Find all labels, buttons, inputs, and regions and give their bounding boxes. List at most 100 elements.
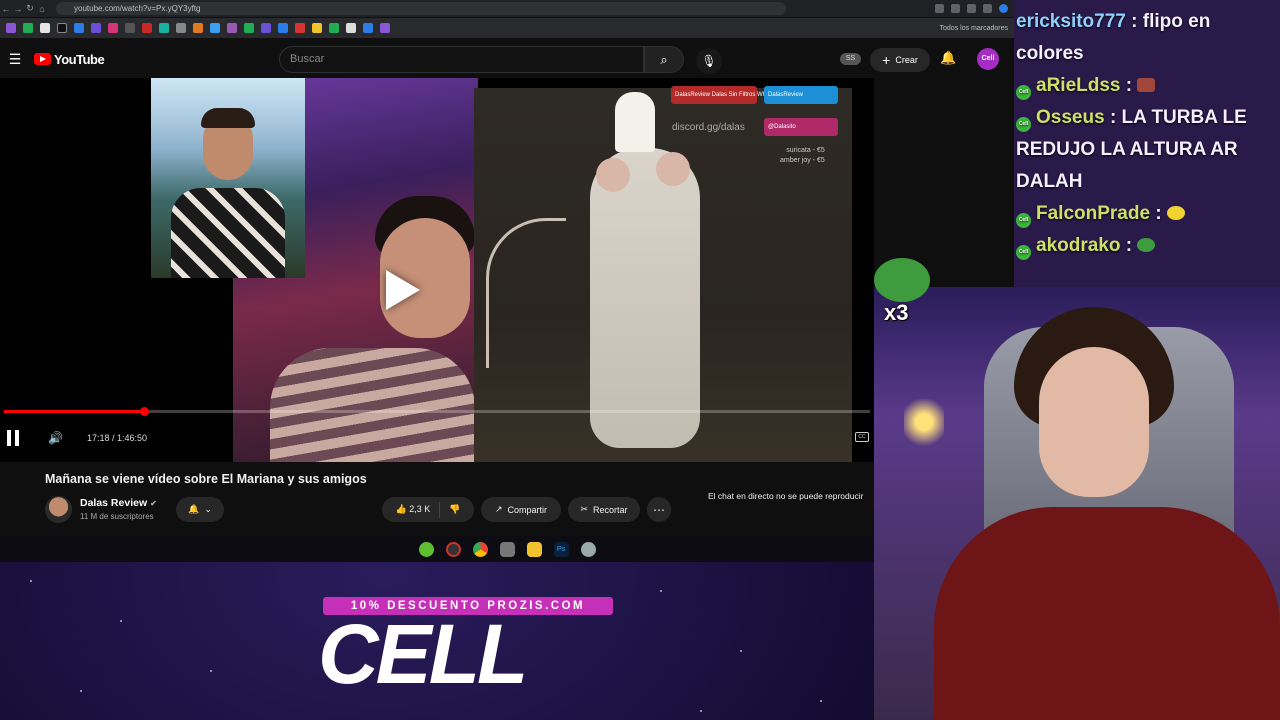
bookmark-icon[interactable] — [363, 23, 373, 33]
profile-icon[interactable] — [999, 4, 1008, 13]
app-icon[interactable] — [418, 541, 434, 557]
create-button[interactable]: + Crear — [870, 48, 930, 72]
christmas-tree-lights — [904, 387, 944, 457]
bookmark-icon[interactable] — [91, 23, 101, 33]
bookmark-icon[interactable] — [295, 23, 305, 33]
like-button[interactable]: 👍 2,3 K — [396, 504, 431, 515]
emote-combo-count: x3 — [884, 300, 909, 325]
streamer-hoodie — [934, 507, 1280, 720]
bookmark-icon[interactable] — [244, 23, 254, 33]
subscriber-badge-icon: Cell — [1016, 85, 1031, 100]
microphone-icon[interactable]: 🎙 — [696, 48, 722, 74]
chat-message: Cell aRieLdss : — [1016, 70, 1278, 102]
account-avatar[interactable]: Cell — [977, 48, 999, 70]
bookmark-icon[interactable] — [6, 23, 16, 33]
bookmark-icon[interactable] — [74, 23, 84, 33]
promo-instagram: @Dalasito — [764, 118, 838, 136]
home-icon[interactable]: ⌂ — [36, 4, 48, 14]
subscriber-badge-icon: Cell — [1016, 213, 1031, 228]
bookmark-icon[interactable] — [176, 23, 186, 33]
subscriber-badge-icon: Cell — [1016, 117, 1031, 132]
bookmark-icon[interactable] — [142, 23, 152, 33]
folder-icon[interactable] — [526, 541, 542, 557]
bookmark-icon[interactable] — [40, 23, 50, 33]
play-icon[interactable] — [386, 270, 420, 310]
app-icon[interactable] — [499, 541, 515, 557]
bookmark-icon[interactable] — [312, 23, 322, 33]
url-input[interactable]: youtube.com/watch?v=Px.yQY3yftg — [56, 2, 786, 15]
video-player[interactable]: DalasReview Dalas Sin Filtros WhoTheDame… — [0, 78, 874, 462]
bookmark-icon[interactable] — [210, 23, 220, 33]
dislike-icon[interactable]: 👎 — [449, 504, 460, 515]
donations-list: suricata - €5 amber joy - €5 — [780, 146, 825, 166]
back-icon[interactable]: ← — [0, 4, 12, 14]
streamer-face — [1039, 347, 1149, 497]
progress-scrubber[interactable] — [140, 407, 150, 416]
subscription-bell-button[interactable]: 🔔 ⌄ — [176, 497, 224, 522]
pause-icon[interactable] — [6, 430, 20, 446]
more-actions-icon[interactable]: ⋯ — [647, 497, 671, 522]
bookmark-icon[interactable] — [227, 23, 237, 33]
clip-label: Recortar — [593, 504, 628, 515]
search-icon[interactable]: ⌕ — [644, 46, 684, 73]
chat-text: : — [1125, 75, 1133, 96]
streamer-webcam — [874, 287, 1280, 720]
chat-text: : — [1155, 203, 1162, 224]
sponsor-logo-text: CELL — [318, 607, 528, 701]
share-label: Compartir — [507, 504, 548, 515]
chat-message: ericksito777 : flipo en colores — [1016, 6, 1278, 70]
emote-icon — [1137, 78, 1156, 92]
bookmarks-folder[interactable]: Todos los marcadores — [940, 25, 1008, 32]
chrome-icon[interactable] — [472, 541, 488, 557]
extension-icon[interactable] — [967, 4, 976, 13]
bookmarks-bar: Todos los marcadores — [0, 18, 1014, 38]
channel-name-text[interactable]: Dalas Review — [80, 497, 147, 509]
channel-avatar[interactable] — [45, 496, 72, 523]
extension-icon[interactable] — [951, 4, 960, 13]
extension-icon[interactable] — [983, 4, 992, 13]
ss-badge[interactable]: SS — [840, 53, 861, 65]
bookmark-icon[interactable] — [108, 23, 118, 33]
chat-message: Cell FalconPrade : — [1016, 198, 1278, 230]
bookmark-icon[interactable] — [380, 23, 390, 33]
channel-name[interactable]: Dalas Review ✔ — [80, 497, 157, 509]
bookmark-icon[interactable] — [23, 23, 33, 33]
search-input[interactable]: Buscar — [279, 46, 644, 73]
bookmark-icon[interactable] — [261, 23, 271, 33]
stream-chat-overlay: ericksito777 : flipo en colores Cell aRie… — [1014, 0, 1280, 290]
bookmark-icon[interactable] — [125, 23, 135, 33]
donation: suricata - €5 — [786, 147, 825, 154]
bell-icon: 🔔 — [188, 504, 200, 514]
extension-icon[interactable] — [935, 4, 944, 13]
app-icon[interactable] — [580, 541, 596, 557]
youtube-header: ☰ YouTube Buscar ⌕ 🎙 SS + Crear 🔔 Cell — [0, 40, 1014, 78]
bookmark-icon[interactable] — [278, 23, 288, 33]
emote-icon — [1166, 206, 1185, 220]
reload-icon[interactable]: ↻ — [24, 3, 36, 14]
like-count: 2,3 K — [409, 504, 431, 514]
menu-icon[interactable]: ☰ — [4, 51, 26, 68]
promo-twitter: DalasReview — [764, 86, 838, 104]
chat-message: Cell akodrako : — [1016, 230, 1278, 262]
progress-bar[interactable] — [4, 407, 870, 416]
like-dislike-group: 👍 2,3 K 👎 — [382, 497, 474, 522]
notifications-bell-icon[interactable]: 🔔 — [940, 50, 956, 66]
youtube-logo[interactable]: YouTube — [34, 52, 105, 67]
bookmark-icon[interactable] — [57, 23, 67, 33]
photoshop-icon[interactable]: Ps — [553, 541, 569, 557]
subscriber-badge-icon: Cell — [1016, 245, 1031, 260]
taskbar: Ps — [0, 536, 1014, 562]
bookmark-icon[interactable] — [329, 23, 339, 33]
clip-button[interactable]: ✂ Recortar — [568, 497, 640, 522]
share-button[interactable]: ↗ Compartir — [481, 497, 561, 522]
facecam-hair — [201, 108, 255, 128]
subtitles-icon[interactable]: CC — [855, 432, 869, 442]
bookmark-icon[interactable] — [159, 23, 169, 33]
forward-icon[interactable]: → — [12, 4, 24, 14]
bookmark-icon[interactable] — [346, 23, 356, 33]
bookmark-icon[interactable] — [193, 23, 203, 33]
live-chat-notice: El chat en directo no se puede reproduci… — [708, 491, 864, 501]
volume-icon[interactable]: 🔊 — [48, 431, 63, 445]
youtube-play-icon — [34, 53, 51, 65]
obs-icon[interactable] — [445, 541, 461, 557]
